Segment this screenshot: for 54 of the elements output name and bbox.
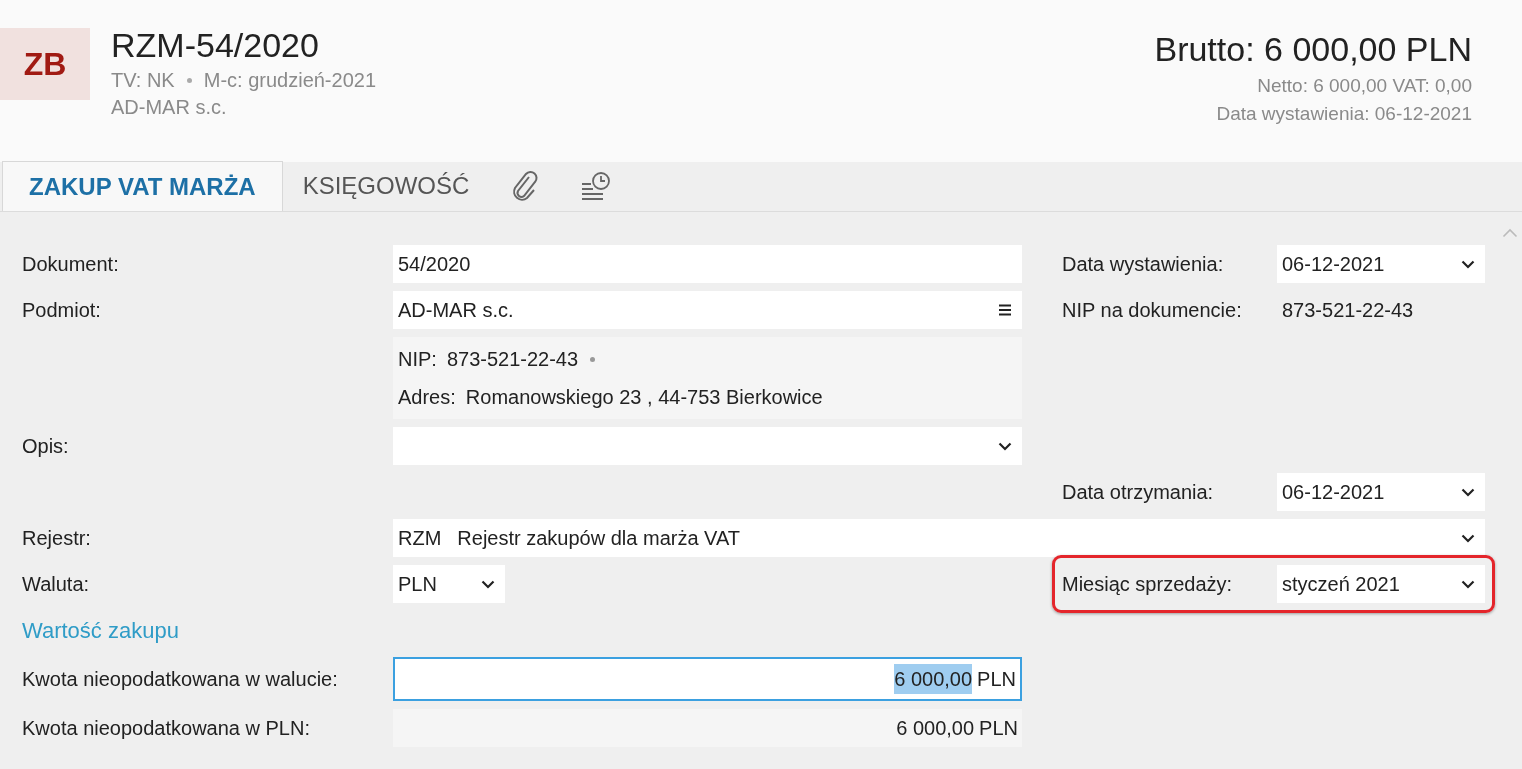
amount-field[interactable]: 6 000,00 PLN	[393, 657, 1022, 701]
dropdown[interactable]: RZM Rejestr zakupów dla marża VAT	[393, 519, 1485, 557]
text-field[interactable]: 54/2020	[393, 245, 1022, 283]
document-type-badge: ZB	[0, 28, 90, 100]
dropdown-value: Rejestr zakupów dla marża VAT	[457, 526, 741, 551]
field-label: Dokument:	[22, 253, 119, 275]
field-label: Podmiot:	[22, 299, 101, 321]
dropdown-value: PLN	[398, 572, 437, 597]
issue-date: Data wystawienia: 06-12-2021	[1216, 102, 1472, 126]
field-label: Opis:	[22, 435, 69, 457]
nip-value: 873-521-22-43	[1281, 298, 1414, 323]
field-label: Kwota nieopodatkowana w PLN:	[22, 717, 310, 739]
info-label: Adres:	[398, 386, 456, 408]
tab[interactable]: ZAKUP VAT MARŻA	[2, 161, 283, 211]
dropdown[interactable]: 06-12-2021	[1277, 245, 1485, 283]
net-vat-amount: Netto: 6 000,00 VAT: 0,00	[1257, 74, 1472, 98]
amount-value: 6 000,00	[894, 664, 973, 694]
chevron-down-icon	[481, 579, 495, 589]
company-name: AD-MAR s.c.	[111, 95, 228, 120]
meta-text: TV: NK	[111, 68, 175, 93]
document-title: RZM-54/2020	[111, 25, 320, 65]
meta-text: M-c: grudzień-2021	[203, 68, 377, 93]
amount-value: 6 000,00	[896, 716, 975, 741]
field-label: Miesiąc sprzedaży:	[1062, 572, 1234, 597]
field-label: Data otrzymania:	[1062, 480, 1215, 505]
chevron-down-icon	[1461, 259, 1475, 269]
chevron-down-icon	[1461, 487, 1475, 497]
gross-amount: Brutto: 6 000,00 PLN	[1154, 29, 1472, 70]
tab[interactable]: KSIĘGOWOŚĆ	[282, 161, 490, 211]
info-label: NIP:	[398, 348, 437, 370]
field-label: Rejestr:	[22, 527, 91, 549]
menu-icon	[998, 304, 1012, 316]
currency-suffix: PLN	[977, 667, 1016, 692]
chevron-down-icon	[1461, 579, 1475, 589]
dropdown-value: 06-12-2021	[1282, 480, 1385, 505]
chevron-down-icon	[1461, 533, 1475, 543]
field-label: Waluta:	[22, 573, 90, 595]
currency-suffix: PLN	[979, 716, 1018, 741]
info-value: 873-521-22-43	[446, 348, 579, 370]
info-value: Romanowskiego 23 , 44-753 Bierkowice	[465, 386, 823, 408]
dropdown[interactable]: 06-12-2021	[1277, 473, 1485, 511]
dropdown-value: styczeń 2021	[1282, 572, 1400, 597]
lookup-field[interactable]: AD-MAR s.c.	[393, 291, 1022, 329]
field-label: NIP na dokumencie:	[1062, 298, 1243, 323]
dropdown[interactable]: styczeń 2021	[1277, 565, 1485, 603]
register-code: RZM	[398, 526, 442, 551]
field-label: Kwota nieopodatkowana w walucie:	[22, 668, 338, 690]
field-value: 54/2020	[398, 252, 471, 277]
scroll-up-icon	[1502, 228, 1518, 238]
dropdown[interactable]: PLN	[393, 565, 505, 603]
dropdown-value: 06-12-2021	[1282, 252, 1385, 277]
field-label: Data wystawienia:	[1062, 252, 1225, 277]
chevron-down-icon	[998, 441, 1012, 451]
field-value: AD-MAR s.c.	[398, 298, 514, 323]
